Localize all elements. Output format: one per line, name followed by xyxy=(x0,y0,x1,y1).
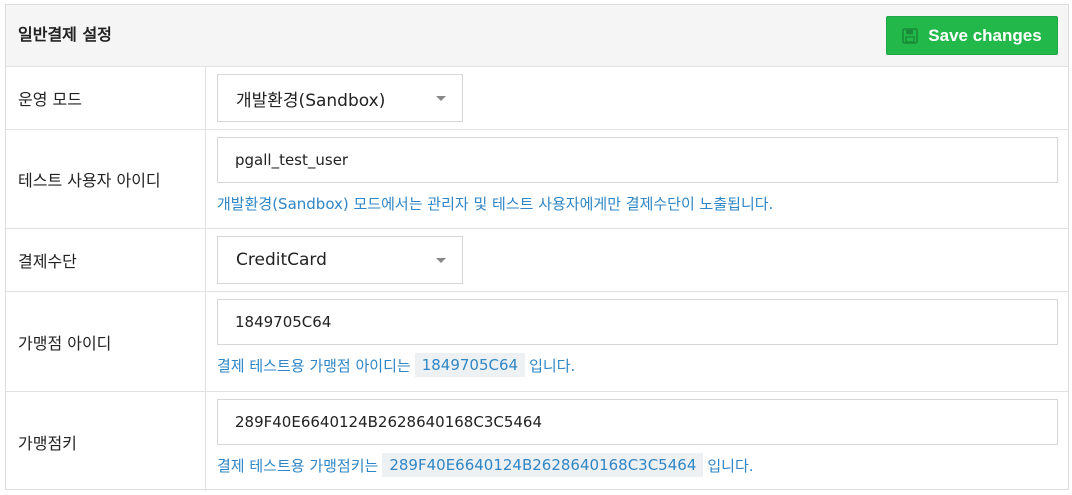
chevron-down-icon xyxy=(436,96,446,101)
save-changes-label: Save changes xyxy=(928,25,1042,45)
settings-row-mode: 운영 모드 개발환경(Sandbox) xyxy=(6,67,1068,130)
merchant-id-value: 1849705C64 xyxy=(235,313,332,331)
mode-select[interactable]: 개발환경(Sandbox) xyxy=(217,74,463,122)
floppy-disk-icon xyxy=(902,27,919,44)
payment-method-select[interactable]: CreditCard xyxy=(217,236,463,284)
mode-select-value: 개발환경(Sandbox) xyxy=(236,90,386,111)
test-user-value: pgall_test_user xyxy=(235,151,349,169)
chevron-down-icon xyxy=(436,258,446,263)
merchant-key-help-code: 289F40E6640124B2628640168C3C5464 xyxy=(382,453,704,477)
merchant-id-help-suffix: 입니다. xyxy=(529,356,576,375)
merchant-key-help-suffix: 입니다. xyxy=(707,456,754,475)
panel-header: 일반결제 설정 Save changes xyxy=(6,5,1068,67)
merchant-key-label: 가맹점키 xyxy=(6,392,206,491)
settings-row-merchant-id: 가맹점 아이디 1849705C64 결제 테스트용 가맹점 아이디는 1849… xyxy=(6,292,1068,392)
panel-title: 일반결제 설정 xyxy=(18,25,112,44)
test-user-help: 개발환경(Sandbox) 모드에서는 관리자 및 테스트 사용자에게만 결제수… xyxy=(217,194,774,213)
settings-row-merchant-key: 가맹점키 289F40E6640124B2628640168C3C5464 결제… xyxy=(6,392,1068,491)
test-user-label: 테스트 사용자 아이디 xyxy=(6,130,206,228)
merchant-key-help-prefix: 결제 테스트용 가맹점키는 xyxy=(217,456,379,475)
merchant-id-help: 결제 테스트용 가맹점 아이디는 1849705C64 입니다. xyxy=(217,351,1058,379)
merchant-id-help-prefix: 결제 테스트용 가맹점 아이디는 xyxy=(217,356,411,375)
merchant-id-help-code: 1849705C64 xyxy=(414,353,526,377)
payment-method-select-value: CreditCard xyxy=(236,250,327,270)
payment-settings-panel: 일반결제 설정 Save changes 운영 모드 개발환경(Sandbox)… xyxy=(5,4,1069,491)
settings-row-test-user: 테스트 사용자 아이디 pgall_test_user 개발환경(Sandbox… xyxy=(6,130,1068,229)
save-changes-button[interactable]: Save changes xyxy=(886,16,1058,55)
merchant-id-input[interactable]: 1849705C64 xyxy=(217,299,1058,345)
merchant-id-label: 가맹점 아이디 xyxy=(6,292,206,391)
merchant-key-input[interactable]: 289F40E6640124B2628640168C3C5464 xyxy=(217,399,1058,445)
merchant-key-help: 결제 테스트용 가맹점키는 289F40E6640124B2628640168C… xyxy=(217,451,1058,479)
payment-method-label: 결제수단 xyxy=(6,229,206,291)
settings-row-payment-method: 결제수단 CreditCard xyxy=(6,229,1068,292)
test-user-input[interactable]: pgall_test_user xyxy=(217,137,1058,183)
merchant-key-value: 289F40E6640124B2628640168C3C5464 xyxy=(235,413,543,431)
mode-label: 운영 모드 xyxy=(6,67,206,129)
